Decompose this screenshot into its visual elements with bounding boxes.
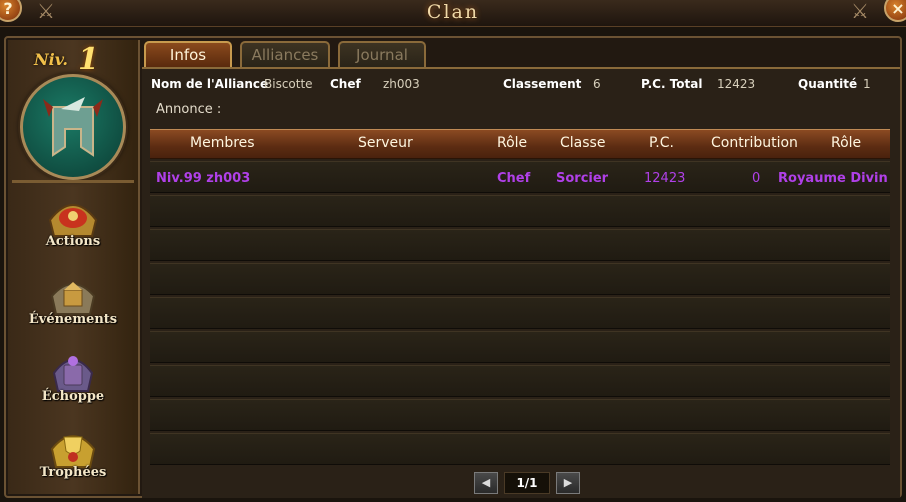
- column-header-class[interactable]: Classe: [560, 135, 605, 151]
- clan-info-panel: Nom de l'Alliance Biscotte Chef zh003 Cl…: [142, 67, 900, 498]
- table-row: [150, 331, 890, 363]
- table-row: [150, 195, 890, 227]
- alliance-name-label: Nom de l'Alliance: [151, 77, 269, 91]
- column-header-pc[interactable]: P.C.: [649, 135, 674, 151]
- title-bar: ? ⚔ Clan ⚔ ×: [0, 0, 906, 27]
- table-row: [150, 433, 890, 465]
- crossed-swords-icon: ⚔: [851, 0, 869, 23]
- column-header-server[interactable]: Serveur: [358, 135, 413, 151]
- table-row[interactable]: Niv.99 zh003 Chef Sorcier 12423 0 Royaum…: [150, 161, 890, 193]
- pagination: ◀ 1/1 ▶: [474, 472, 582, 494]
- table-row: [150, 297, 890, 329]
- window-title: Clan: [426, 1, 480, 23]
- announcement-label: Annonce :: [156, 102, 222, 117]
- clan-level-label: Niv.: [34, 50, 68, 69]
- tab-alliances[interactable]: Alliances: [240, 41, 330, 67]
- rank-label: Classement: [503, 77, 582, 91]
- table-row: [150, 399, 890, 431]
- class-cell: Sorcier: [556, 171, 609, 186]
- column-header-members[interactable]: Membres: [190, 135, 255, 151]
- tab-journal[interactable]: Journal: [338, 41, 426, 67]
- column-header-role[interactable]: Rôle: [497, 135, 527, 151]
- contribution-cell: 0: [752, 171, 761, 186]
- sidebar-divider: [12, 180, 134, 183]
- quantity-label: Quantité: [798, 77, 858, 91]
- tab-infos[interactable]: Infos: [144, 41, 232, 67]
- table-row: [150, 365, 890, 397]
- alliance-info-row: Nom de l'Alliance Biscotte Chef zh003 Cl…: [142, 77, 900, 97]
- sidebar-item-label: Trophées: [39, 465, 107, 480]
- alliance-name-value: Biscotte: [264, 77, 313, 91]
- sidebar-item-shop[interactable]: Échoppe: [8, 345, 138, 404]
- chef-label: Chef: [330, 77, 361, 91]
- chef-value: zh003: [383, 77, 420, 91]
- page-indicator: 1/1: [504, 472, 550, 494]
- next-page-button[interactable]: ▶: [556, 472, 580, 494]
- members-table-header: Membres Serveur Rôle Classe P.C. Contrib…: [150, 129, 890, 159]
- clan-level-value: 1: [78, 42, 99, 77]
- sidebar-item-label: Événements: [28, 312, 118, 327]
- table-row: [150, 263, 890, 295]
- rank-value: 6: [593, 77, 601, 91]
- prev-page-button[interactable]: ◀: [474, 472, 498, 494]
- pc-total-value: 12423: [717, 77, 756, 91]
- role-cell: Chef: [497, 171, 531, 186]
- sidebar-item-label: Échoppe: [41, 389, 105, 404]
- sidebar: Niv. 1 Actions Événements Échoppe Trophé…: [8, 40, 140, 494]
- sidebar-item-actions[interactable]: Actions: [8, 190, 138, 249]
- sidebar-item-label: Actions: [45, 234, 101, 249]
- realm-role-cell: Royaume Divin: [778, 171, 888, 186]
- clan-emblem-icon: [20, 74, 126, 180]
- pc-cell: 12423: [644, 171, 686, 186]
- pc-total-label: P.C. Total: [641, 77, 703, 91]
- sidebar-item-events[interactable]: Événements: [8, 268, 138, 327]
- column-header-contribution[interactable]: Contribution: [711, 135, 798, 151]
- column-header-realm-role[interactable]: Rôle: [831, 135, 861, 151]
- member-name-cell: Niv.99 zh003: [156, 171, 251, 186]
- table-row: [150, 229, 890, 261]
- sidebar-item-trophies[interactable]: Trophées: [8, 421, 138, 480]
- quantity-value: 1: [863, 77, 871, 91]
